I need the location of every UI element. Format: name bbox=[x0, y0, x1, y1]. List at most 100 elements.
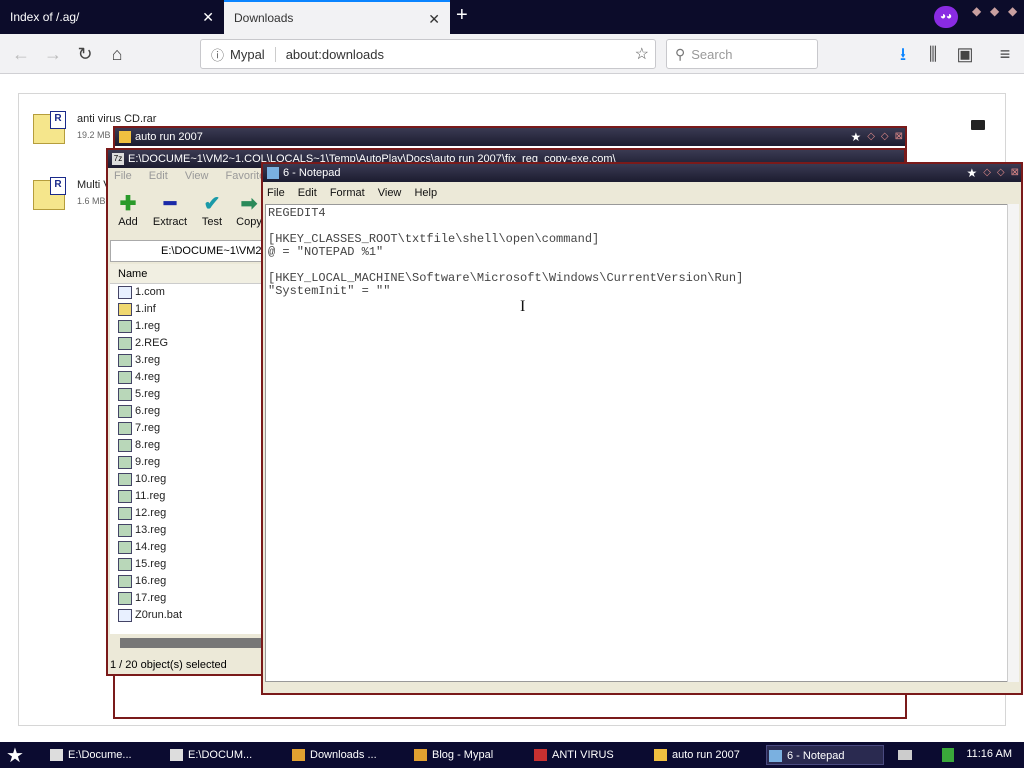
file-name: 3.reg bbox=[135, 354, 161, 366]
task-7zip[interactable]: E:\DOCUM... bbox=[168, 745, 284, 765]
star-icon[interactable]: ★ bbox=[850, 128, 861, 146]
sevenzip-icon: 7z bbox=[112, 153, 124, 165]
file-name: 13.reg bbox=[135, 524, 167, 536]
maximize-icon[interactable]: ◇ bbox=[997, 164, 1005, 182]
file-name: 5.reg bbox=[135, 388, 161, 400]
browser-icon bbox=[292, 749, 305, 761]
maximize-icon[interactable]: ◇ bbox=[881, 128, 889, 146]
reg-file-icon bbox=[118, 388, 132, 401]
notepad-menubar: File Edit Format View Help bbox=[263, 183, 1021, 203]
task-notepad[interactable]: 6 - Notepad bbox=[766, 745, 884, 765]
library-icon[interactable]: ⫼ bbox=[920, 41, 946, 67]
tab-downloads[interactable]: Downloads ✕ bbox=[224, 0, 450, 34]
check-icon: ✔ bbox=[203, 193, 221, 215]
start-star-icon[interactable]: ★ bbox=[6, 743, 24, 768]
task-downloads[interactable]: Downloads ... bbox=[290, 745, 406, 765]
file-name: 12.reg bbox=[135, 507, 167, 519]
add-label: Add bbox=[118, 216, 138, 228]
site-identity[interactable]: Mypal bbox=[230, 46, 276, 62]
close-icon[interactable]: ⊠ bbox=[1011, 164, 1019, 182]
copy-label: Copy bbox=[236, 216, 262, 228]
reg-file-icon bbox=[118, 473, 132, 486]
url-bar[interactable]: ⓘ Mypal about:downloads ☆ bbox=[200, 39, 656, 69]
close-tab-icon[interactable]: ✕ bbox=[202, 9, 214, 26]
bat-file-icon bbox=[118, 609, 132, 622]
reg-file-icon bbox=[118, 371, 132, 384]
taskbar: ★ E:\Docume... E:\DOCUM... Downloads ...… bbox=[0, 742, 1024, 768]
copy-button[interactable]: ➡ Copy bbox=[234, 192, 264, 228]
com-file-icon bbox=[118, 286, 132, 299]
reg-file-icon bbox=[118, 575, 132, 588]
close-window-icon[interactable]: ◆ bbox=[1008, 4, 1017, 18]
task-label: 6 - Notepad bbox=[787, 750, 845, 762]
reg-file-icon bbox=[118, 507, 132, 520]
bookmark-star-icon[interactable]: ☆ bbox=[635, 44, 649, 64]
task-autorun[interactable]: auto run 2007 bbox=[652, 745, 762, 765]
arrow-right-icon: ➡ bbox=[240, 193, 258, 215]
tab-index-label: Index of /.ag/ bbox=[10, 10, 80, 24]
app-icon bbox=[534, 749, 547, 761]
autorun-titlebar[interactable]: auto run 2007 ★ ◇ ◇ ⊠ bbox=[115, 128, 905, 146]
extract-button[interactable]: ━ Extract bbox=[150, 192, 190, 228]
notepad-titlebar[interactable]: 6 - Notepad ★ ◇ ◇ ⊠ bbox=[263, 164, 1021, 182]
network-icon[interactable] bbox=[942, 748, 954, 762]
clock[interactable]: 11:16 AM bbox=[966, 748, 1012, 760]
search-input[interactable]: ⚲ Search bbox=[666, 39, 818, 69]
menu-icon[interactable]: ≡ bbox=[992, 41, 1018, 67]
reg-file-icon bbox=[118, 490, 132, 503]
menu-file[interactable]: File bbox=[267, 187, 285, 199]
add-button[interactable]: ✚ Add bbox=[108, 192, 148, 228]
notepad-title: 6 - Notepad bbox=[283, 167, 341, 179]
download-size: 19.2 MB bbox=[77, 130, 111, 140]
file-name: 15.reg bbox=[135, 558, 167, 570]
tab-index[interactable]: Index of /.ag/ ✕ bbox=[0, 0, 224, 34]
menu-format[interactable]: Format bbox=[330, 187, 365, 199]
file-name: 11.reg bbox=[135, 490, 166, 502]
vertical-scrollbar[interactable] bbox=[1007, 204, 1019, 682]
menu-edit[interactable]: Edit bbox=[298, 187, 317, 199]
reload-icon[interactable]: ↻ bbox=[72, 41, 98, 67]
rar-file-icon bbox=[33, 111, 66, 144]
url-text[interactable]: about:downloads bbox=[286, 47, 384, 62]
folder-icon bbox=[654, 749, 667, 761]
rar-file-icon bbox=[33, 177, 66, 210]
menu-view[interactable]: View bbox=[378, 187, 402, 199]
test-button[interactable]: ✔ Test bbox=[192, 192, 232, 228]
sidebar-icon[interactable]: ▣ bbox=[952, 41, 978, 67]
file-name: 10.reg bbox=[135, 473, 167, 485]
notepad-window: 6 - Notepad ★ ◇ ◇ ⊠ File Edit Format Vie… bbox=[261, 162, 1023, 695]
reg-file-icon bbox=[118, 558, 132, 571]
menu-file[interactable]: File bbox=[114, 170, 132, 182]
notepad-icon bbox=[769, 750, 782, 762]
extract-label: Extract bbox=[152, 216, 188, 228]
minimize-icon[interactable]: ◆ bbox=[972, 4, 981, 18]
keyboard-icon[interactable] bbox=[898, 750, 912, 760]
menu-help[interactable]: Help bbox=[414, 187, 437, 199]
minimize-icon[interactable]: ◇ bbox=[867, 128, 875, 146]
close-tab-icon[interactable]: ✕ bbox=[428, 11, 440, 28]
reg-file-icon bbox=[118, 354, 132, 367]
task-antivirus[interactable]: ANTI VIRUS bbox=[532, 745, 648, 765]
info-icon[interactable]: ⓘ bbox=[211, 45, 224, 64]
sevenzip-icon bbox=[50, 749, 63, 761]
close-icon[interactable]: ⊠ bbox=[895, 128, 903, 146]
inf-file-icon bbox=[118, 303, 132, 316]
star-icon[interactable]: ★ bbox=[966, 164, 977, 182]
reg-file-icon bbox=[118, 405, 132, 418]
forward-icon[interactable]: → bbox=[40, 41, 66, 67]
notepad-text-area[interactable]: REGEDIT4 [HKEY_CLASSES_ROOT\txtfile\shel… bbox=[265, 204, 1009, 682]
task-explorer[interactable]: E:\Docume... bbox=[48, 745, 164, 765]
back-icon[interactable]: ← bbox=[8, 41, 34, 67]
download-icon[interactable]: ⭳ bbox=[890, 41, 916, 67]
menu-view[interactable]: View bbox=[185, 170, 209, 182]
reg-file-icon bbox=[118, 592, 132, 605]
autorun-title: auto run 2007 bbox=[135, 131, 203, 143]
task-blog[interactable]: Blog - Mypal bbox=[412, 745, 528, 765]
home-icon[interactable]: ⌂ bbox=[104, 41, 130, 67]
file-name: 2.REG bbox=[135, 337, 169, 349]
new-tab-button[interactable]: + bbox=[456, 4, 468, 27]
open-folder-icon[interactable] bbox=[971, 120, 985, 130]
minimize-icon[interactable]: ◇ bbox=[983, 164, 991, 182]
maximize-icon[interactable]: ◆ bbox=[990, 4, 999, 18]
menu-edit[interactable]: Edit bbox=[149, 170, 168, 182]
